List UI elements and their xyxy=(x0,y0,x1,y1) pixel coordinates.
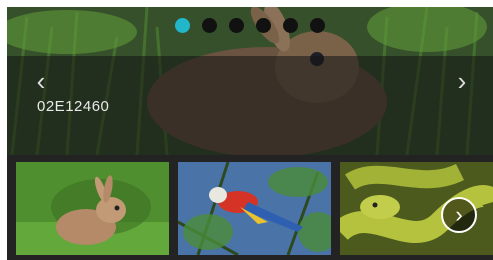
pagination-dot-1[interactable] xyxy=(175,18,190,33)
slide-caption: 02E12460 xyxy=(37,98,110,115)
pagination-dot-6[interactable] xyxy=(310,18,325,33)
pagination-dot-2[interactable] xyxy=(202,18,217,33)
pagination-dot-5[interactable] xyxy=(283,18,298,33)
chevron-right-icon: › xyxy=(455,202,463,227)
hero-slide: ‹ › 02E12460 xyxy=(7,7,493,155)
parrot-thumbnail[interactable] xyxy=(178,162,331,255)
chevron-right-icon[interactable]: › xyxy=(450,67,474,95)
image-carousel: ‹ › 02E12460 › xyxy=(7,7,493,260)
pagination-dots xyxy=(175,18,325,33)
thumbnail-next-button[interactable]: › xyxy=(441,197,477,233)
pagination-dot-4[interactable] xyxy=(256,18,271,33)
chevron-left-icon[interactable]: ‹ xyxy=(29,67,53,95)
rabbit-thumbnail[interactable] xyxy=(16,162,169,255)
thumbnail-strip xyxy=(16,162,493,255)
pagination-dot-3[interactable] xyxy=(229,18,244,33)
